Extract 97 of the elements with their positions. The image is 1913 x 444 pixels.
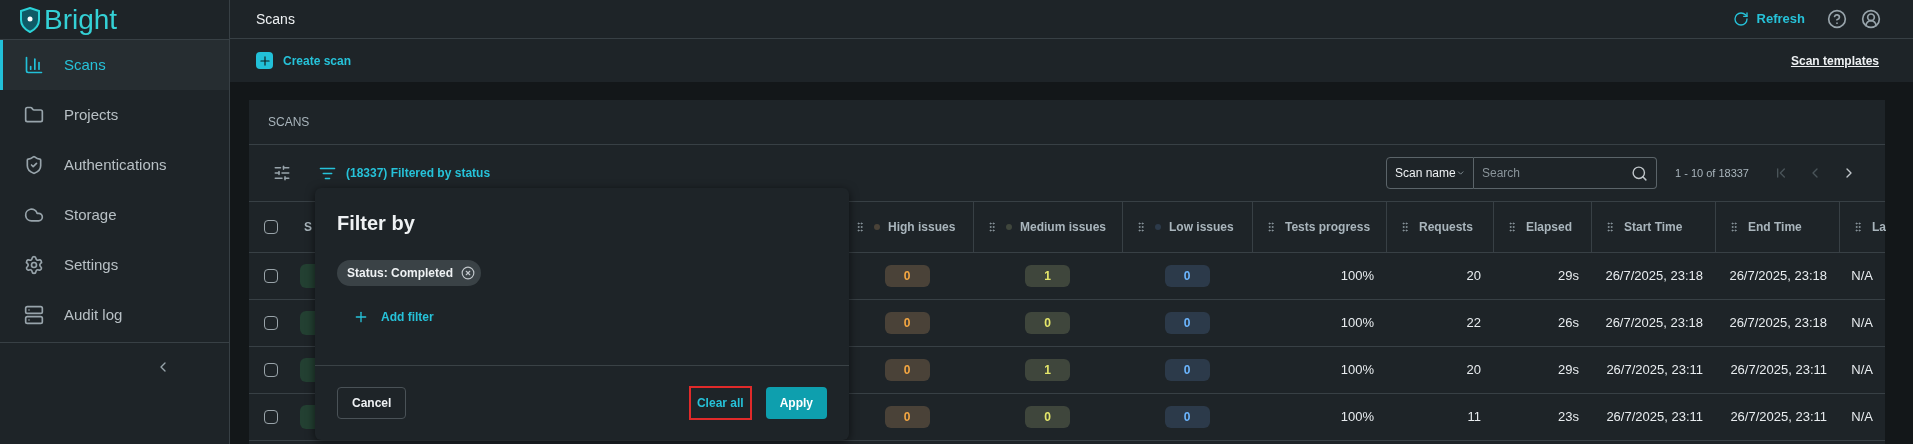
issue-count-badge: 1 [1025, 265, 1070, 287]
table-cell-text: 20 [1466, 361, 1481, 380]
table-cell-text: N/A [1851, 408, 1873, 427]
table-cell-text: 26/7/2025, 23:18 [1729, 314, 1827, 333]
add-filter-link[interactable]: Add filter [353, 308, 434, 326]
table-cell-text: 26/7/2025, 23:18 [1729, 267, 1827, 286]
refresh-button[interactable]: Refresh [1732, 9, 1805, 29]
row-checkbox[interactable] [263, 363, 278, 377]
table-cell-text: N/A [1851, 361, 1873, 380]
select-all-checkbox[interactable] [263, 220, 278, 234]
search-field[interactable]: Search [1474, 157, 1657, 189]
sidebar-item[interactable]: Settings [0, 240, 229, 290]
issue-count-badge: 0 [884, 406, 930, 428]
issue-count-badge: 0 [1025, 312, 1070, 334]
drag-handle-icon[interactable] [1265, 221, 1277, 233]
pagination-range: 1 - 10 of 18337 [1675, 165, 1749, 181]
table-cell-text: 26/7/2025, 23:18 [1605, 314, 1703, 333]
search-icon[interactable] [1631, 164, 1648, 182]
drag-handle-icon[interactable] [1728, 221, 1740, 233]
column-settings-icon[interactable] [273, 164, 291, 182]
table-cell-text: 26s [1558, 314, 1579, 333]
remove-chip-icon[interactable] [461, 266, 475, 280]
brand-logo-text: Bright [44, 5, 118, 34]
column-header[interactable]: Requests [1419, 218, 1474, 236]
row-checkbox[interactable] [263, 316, 278, 330]
sidebar-item[interactable]: Storage [0, 190, 229, 240]
create-scan-button[interactable]: Create scan [256, 51, 352, 70]
column-header[interactable]: La [1872, 218, 1886, 236]
server-icon [24, 305, 44, 325]
drag-handle-icon[interactable] [854, 221, 866, 233]
clear-all-button[interactable]: Clear all [688, 386, 752, 420]
table-cell-text: 100% [1340, 361, 1374, 380]
shield-icon [24, 155, 44, 175]
table-cell-text: 26/7/2025, 23:11 [1606, 408, 1703, 427]
table-cell-text: 22 [1466, 314, 1481, 333]
issue-count-badge: 0 [1164, 359, 1210, 381]
sidebar-item[interactable]: Scans [0, 40, 229, 90]
cancel-button[interactable]: Cancel [337, 387, 407, 419]
table-cell-text: 26/7/2025, 23:18 [1605, 267, 1703, 286]
table-cell-text: 11 [1467, 408, 1481, 427]
refresh-icon [1732, 11, 1749, 27]
cloud-icon [24, 205, 44, 225]
column-header[interactable]: S [304, 218, 312, 236]
user-avatar-icon[interactable] [1861, 9, 1881, 29]
bar-chart-icon [24, 55, 44, 75]
table-cell-text: 100% [1340, 314, 1374, 333]
sidebar-item[interactable]: Authentications [0, 140, 229, 190]
plus-icon [353, 309, 369, 325]
table-cell-text: 23s [1558, 408, 1579, 427]
column-header[interactable]: Elapsed [1526, 218, 1573, 236]
drag-handle-icon[interactable] [1604, 221, 1616, 233]
card-title: SCANS [268, 114, 310, 131]
sidebar-item[interactable]: Projects [0, 90, 229, 140]
issue-count-badge: 0 [1164, 265, 1210, 287]
help-icon[interactable] [1827, 9, 1847, 29]
issue-count-badge: 0 [884, 265, 930, 287]
drag-handle-icon[interactable] [1506, 221, 1518, 233]
table-cell-text: N/A [1851, 267, 1873, 286]
table-cell-text: N/A [1851, 314, 1873, 333]
scan-templates-link[interactable]: Scan templates [1790, 51, 1879, 70]
issue-count-badge: 0 [884, 312, 930, 334]
table-cell-text: 26/7/2025, 23:11 [1606, 361, 1703, 380]
table-cell-text: 20 [1466, 267, 1481, 286]
plus-icon [257, 53, 272, 68]
issue-count-badge: 0 [1025, 406, 1070, 428]
filter-chip[interactable]: Status: Completed [337, 260, 481, 286]
table-cell-text: 29s [1558, 361, 1579, 380]
table-cell-text: 29s [1558, 267, 1579, 286]
sidebar-item[interactable]: Audit log [0, 290, 229, 340]
issue-count-badge: 0 [1164, 312, 1210, 334]
column-header[interactable]: End Time [1748, 218, 1802, 236]
row-checkbox[interactable] [263, 410, 278, 424]
page-title: Scans [256, 9, 295, 29]
column-header[interactable]: Low issues [1169, 218, 1234, 236]
popup-title: Filter by [337, 211, 416, 236]
search-by-dropdown[interactable]: Scan name [1386, 157, 1474, 189]
shield-logo-icon [20, 6, 40, 33]
table-cell-text: 100% [1340, 267, 1374, 286]
table-cell-text: 100% [1340, 408, 1374, 427]
column-header[interactable]: Medium issues [1020, 218, 1107, 236]
drag-handle-icon[interactable] [1135, 221, 1147, 233]
folder-icon [24, 105, 44, 125]
row-checkbox[interactable] [263, 269, 278, 283]
drag-handle-icon[interactable] [1399, 221, 1411, 233]
table-cell-text: 26/7/2025, 23:11 [1730, 408, 1827, 427]
column-header[interactable]: Start Time [1624, 218, 1683, 236]
drag-handle-icon[interactable] [986, 221, 998, 233]
column-header[interactable]: Tests progress [1285, 218, 1371, 236]
settings-icon [24, 255, 44, 275]
issue-count-badge: 0 [884, 359, 930, 381]
issue-count-badge: 1 [1025, 359, 1070, 381]
issue-count-badge: 0 [1164, 406, 1210, 428]
column-header[interactable]: High issues [888, 218, 956, 236]
search-input[interactable]: Search [1482, 164, 1631, 182]
drag-handle-icon[interactable] [1852, 221, 1864, 233]
table-cell-text: 26/7/2025, 23:11 [1730, 361, 1827, 380]
filter-status-button[interactable]: (18337) Filtered by status [319, 164, 491, 182]
